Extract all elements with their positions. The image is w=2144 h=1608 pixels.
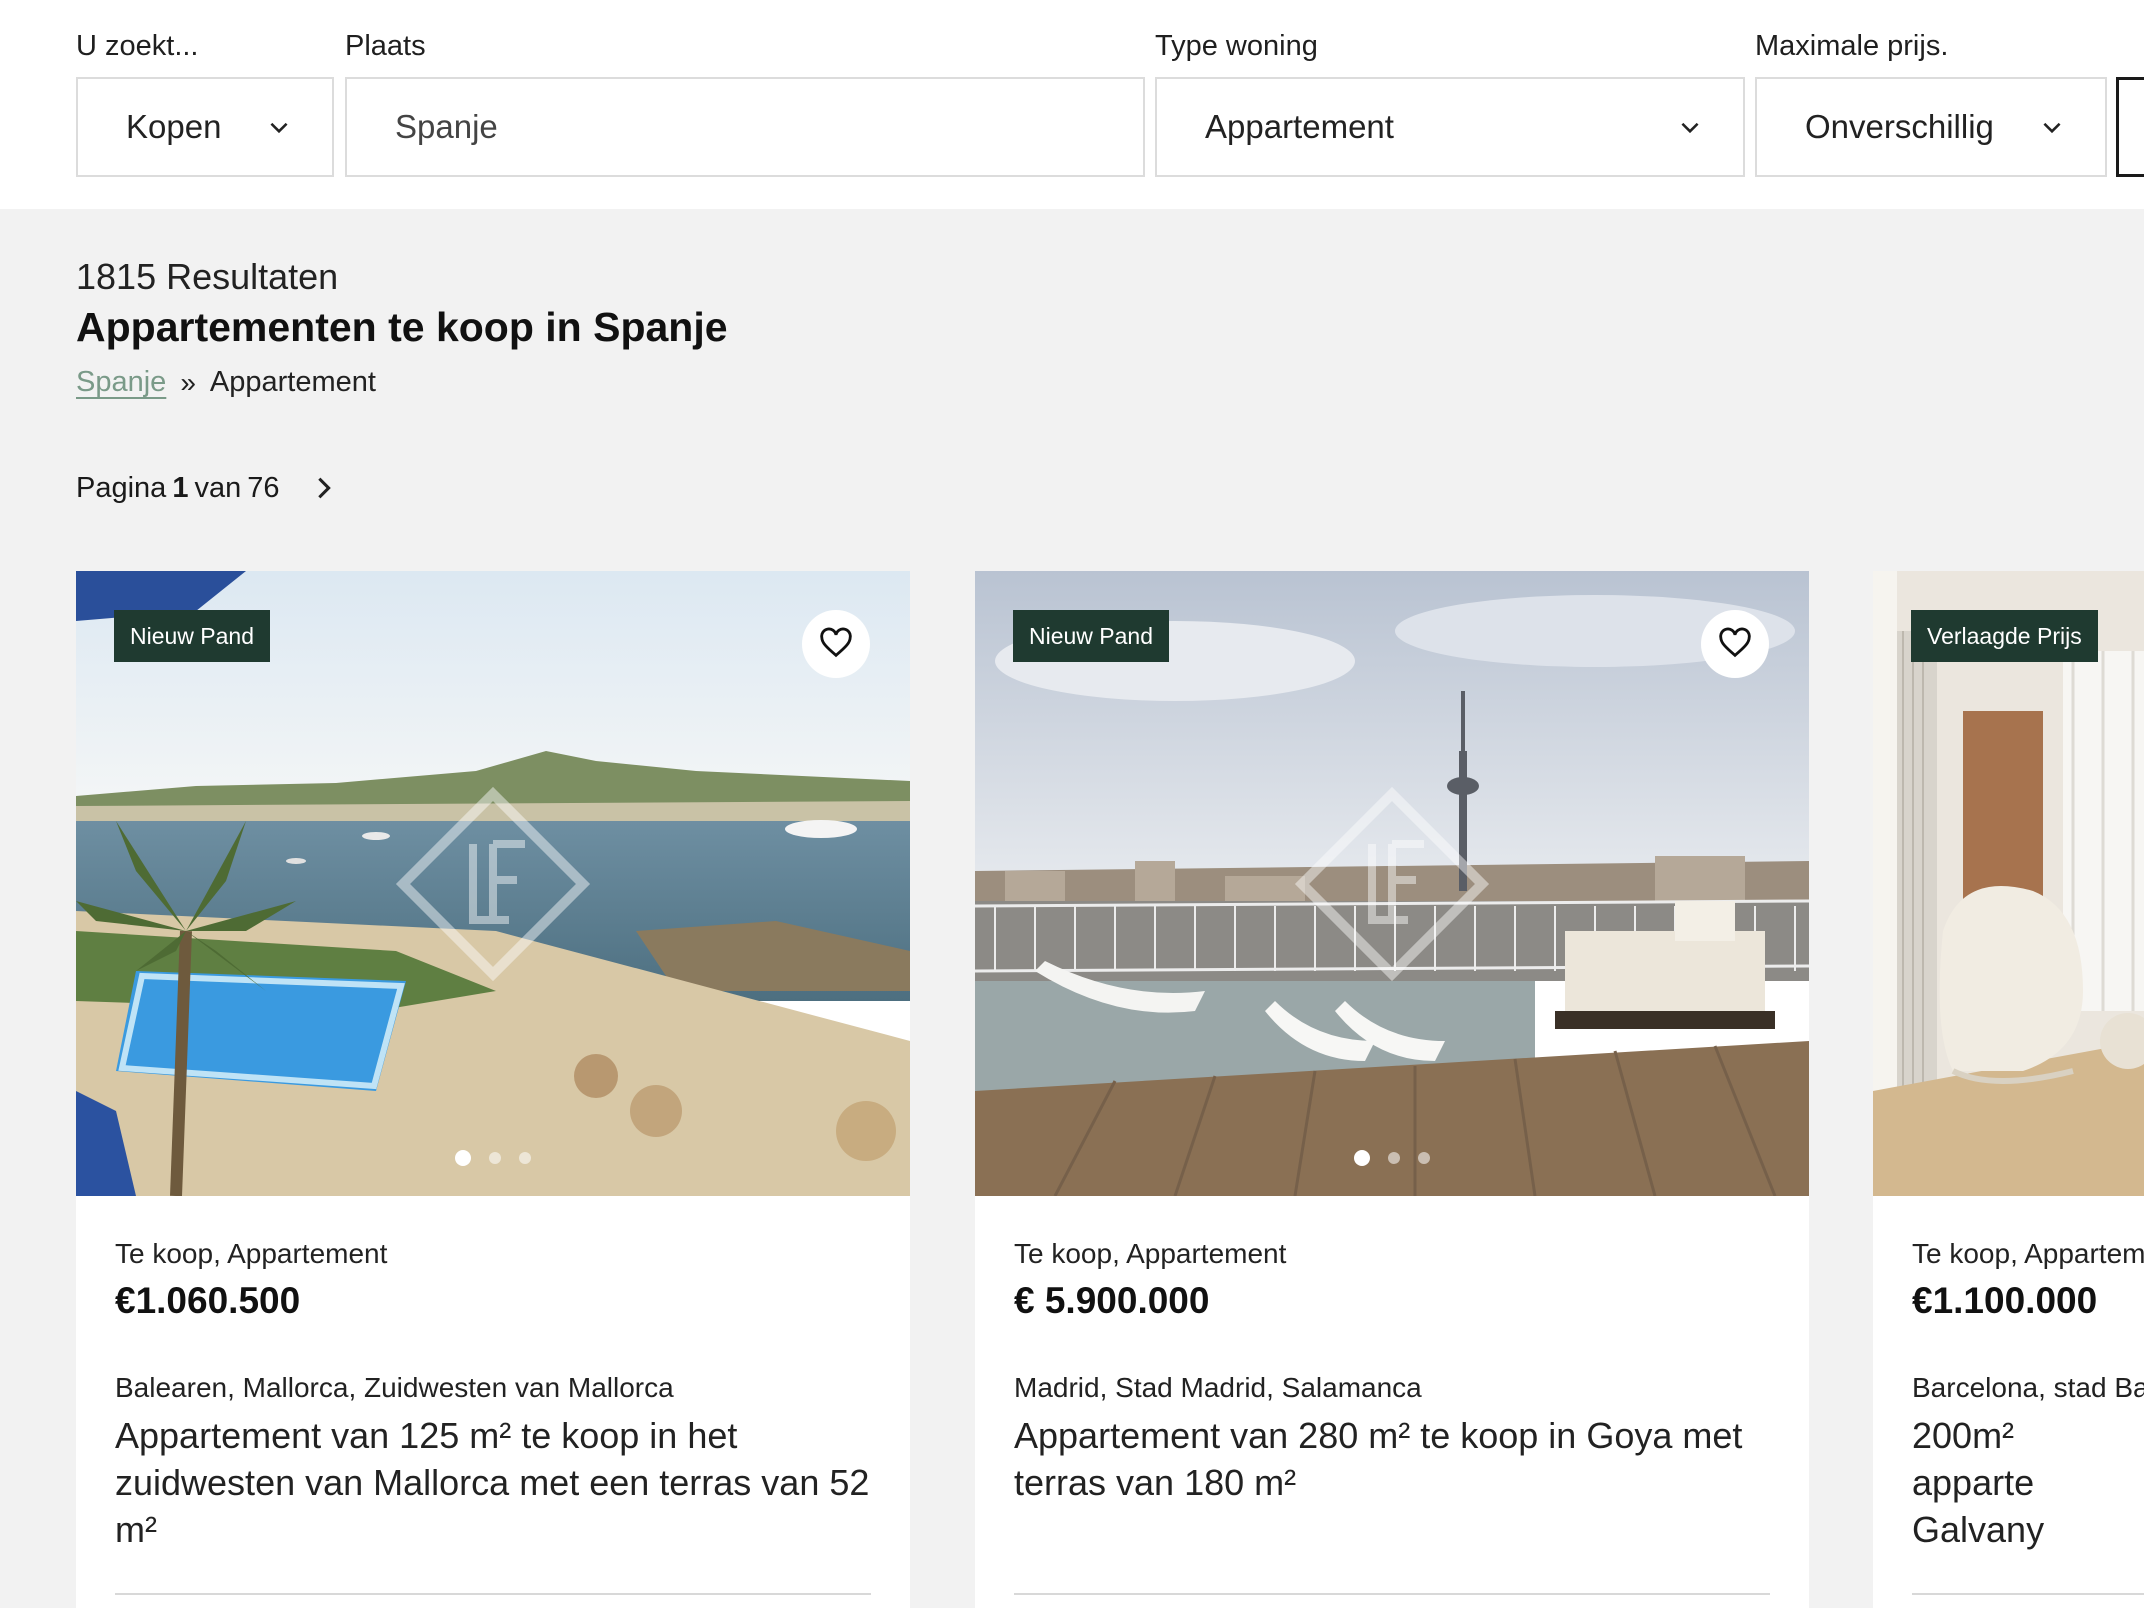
chevron-down-icon [270,122,288,134]
breadcrumb-separator: » [180,366,196,398]
property-price: €1.060.500 [115,1280,301,1321]
property-location: Madrid, Stad Madrid, Salamanca [1014,1372,1422,1403]
chevron-right-icon [318,477,332,499]
place-value: Spanje [395,108,498,145]
breadcrumb: Spanje » Appartement [76,366,376,399]
divider [1912,1593,2144,1595]
favorite-button[interactable] [802,610,870,678]
chevron-down-icon [2043,122,2061,134]
mode-label: U zoekt... [76,30,199,62]
property-location: Balearen, Mallorca, Zuidwesten van Mallo… [115,1372,674,1403]
property-card[interactable]: Verlaagde Prijs Te koop, Appartem €1.100… [1873,571,2144,1608]
pagination-middle: van [194,471,242,504]
carousel-dots[interactable] [1354,1150,1430,1166]
property-photo[interactable]: Nieuw Pand [975,571,1809,1196]
breadcrumb-current: Appartement [209,366,376,398]
heart-icon [1719,627,1751,658]
pagination-total: 76 [247,471,280,504]
price-label: Maximale prijs. [1755,30,1949,62]
status-badge: Nieuw Pand [1013,610,1170,662]
place-label: Plaats [345,30,426,62]
property-type: Te koop, Appartement [115,1238,388,1269]
property-photo[interactable]: Verlaagde Prijs [1873,571,2144,1196]
property-card[interactable]: Nieuw Pand Te koop, Appartement € 5.900.… [975,571,1809,1608]
search-button[interactable] [2116,77,2144,177]
favorite-button[interactable] [1701,610,1769,678]
watermark-logo [1294,786,1490,981]
property-photo[interactable]: Nieuw Pand [76,571,910,1196]
type-value: Appartement [1205,108,1394,145]
mode-select[interactable]: Kopen [76,77,334,177]
status-badge: Nieuw Pand [114,610,271,662]
results-count: 1815 Resultaten [76,256,339,297]
price-select[interactable]: Onverschillig [1755,77,2107,177]
type-label: Type woning [1155,30,1318,62]
carousel-dots[interactable] [455,1150,531,1166]
property-location: Barcelona, stad Ba [1912,1372,2144,1403]
photo-barcelona-interior [1873,571,2144,1196]
type-select[interactable]: Appartement [1155,77,1745,177]
place-input[interactable]: Spanje [345,77,1145,177]
heart-icon [820,627,852,658]
breadcrumb-link-spanje[interactable]: Spanje [76,366,166,399]
chevron-down-icon [1681,122,1699,134]
next-page-button[interactable] [307,471,341,505]
property-type: Te koop, Appartem [1912,1238,2144,1269]
property-card[interactable]: Nieuw Pand Te koop, Appartement €1.060.5… [76,571,910,1608]
mode-value: Kopen [126,108,222,145]
pagination-prefix: Pagina [76,471,167,504]
property-title[interactable]: Appartement van 125 m² te koop in het zu… [115,1412,871,1553]
property-price: € 5.900.000 [1014,1280,1210,1321]
status-badge: Verlaagde Prijs [1911,610,2098,662]
divider [115,1593,871,1595]
property-type: Te koop, Appartement [1014,1238,1287,1269]
property-price: €1.100.000 [1912,1280,2098,1321]
search-bar: U zoekt... Kopen Plaats Spanje Type woni… [0,0,2144,209]
watermark-logo [395,786,591,981]
page-title: Appartementen te koop in Spanje [76,304,728,350]
pagination: Pagina 1 van 76 [76,471,341,505]
property-title[interactable]: Appartement van 280 m² te koop in Goya m… [1014,1412,1770,1506]
divider [1014,1593,1770,1595]
property-title[interactable]: 200m² apparte Galvany [1912,1412,2092,1553]
price-value: Onverschillig [1805,108,1994,145]
pagination-current: 1 [172,471,189,504]
